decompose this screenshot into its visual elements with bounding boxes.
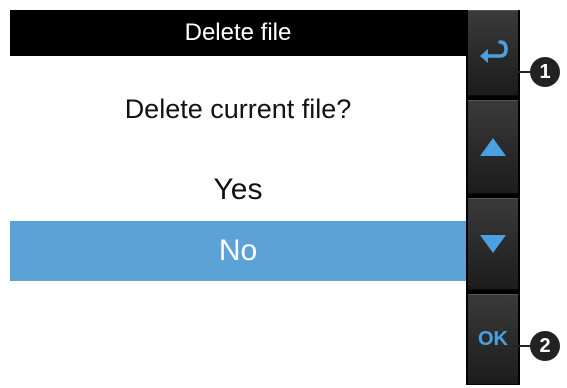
triangle-up-icon [480,138,506,156]
up-button[interactable] [468,100,518,194]
callout-2-line [512,345,532,347]
callout-2: 2 [530,331,560,361]
ok-button[interactable]: OK [468,294,518,385]
delete-dialog: Delete current file? Yes No [10,56,466,385]
callout-1-line [512,71,532,73]
callout-1: 1 [530,57,560,87]
return-arrow-icon [480,40,508,63]
triangle-down-icon [480,235,506,253]
device-screen: Delete file Delete current file? Yes No … [10,10,520,385]
back-button[interactable] [468,10,518,96]
dialog-title: Delete file [10,10,466,56]
option-no[interactable]: No [10,221,466,281]
side-button-bar: OK [466,10,520,385]
option-yes[interactable]: Yes [10,164,466,216]
dialog-question: Delete current file? [124,94,352,124]
down-button[interactable] [468,198,518,290]
ok-button-label: OK [478,328,508,350]
